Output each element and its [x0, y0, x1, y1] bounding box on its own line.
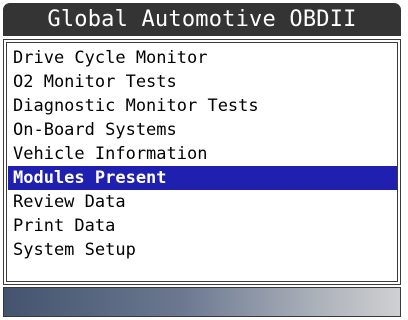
menu-item-vehicle-information[interactable]: Vehicle Information	[8, 142, 397, 166]
menu-item-system-setup[interactable]: System Setup	[8, 238, 397, 262]
menu-item-print-data[interactable]: Print Data	[8, 214, 397, 238]
menu-item-review-data[interactable]: Review Data	[8, 190, 397, 214]
main-menu-panel: Drive Cycle Monitor O2 Monitor Tests Dia…	[3, 39, 401, 285]
menu-item-diagnostic-monitor-tests[interactable]: Diagnostic Monitor Tests	[8, 94, 397, 118]
menu-item-drive-cycle-monitor[interactable]: Drive Cycle Monitor	[8, 46, 397, 70]
menu-item-on-board-systems[interactable]: On-Board Systems	[8, 118, 397, 142]
title-bar: Global Automotive OBDII	[3, 3, 401, 36]
screen-title: Global Automotive OBDII	[47, 6, 357, 32]
menu-item-o2-monitor-tests[interactable]: O2 Monitor Tests	[8, 70, 397, 94]
menu-item-modules-present[interactable]: Modules Present	[8, 166, 397, 190]
scan-tool-screen: Global Automotive OBDII Drive Cycle Moni…	[0, 0, 408, 320]
main-menu-list: Drive Cycle Monitor O2 Monitor Tests Dia…	[8, 46, 397, 262]
status-bar	[3, 287, 401, 317]
